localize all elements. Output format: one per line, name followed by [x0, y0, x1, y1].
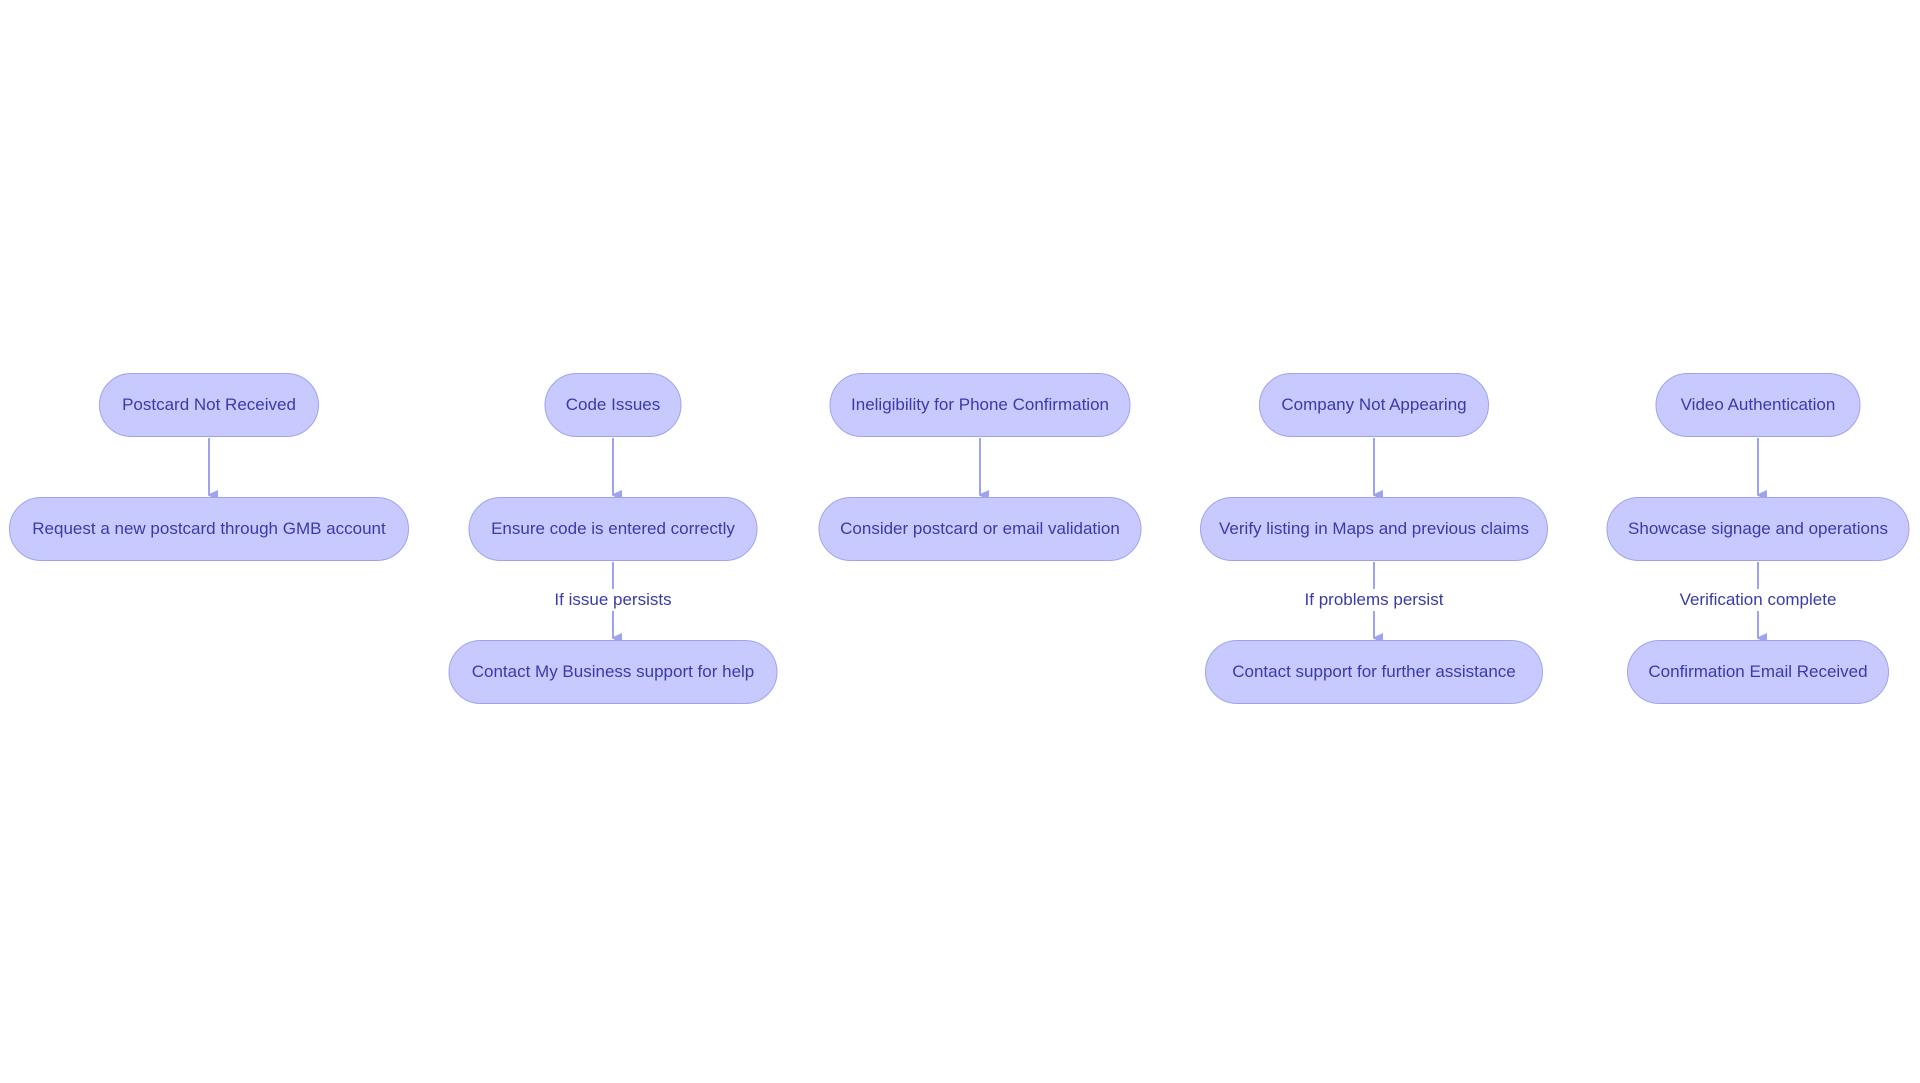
node-showcase-signage: Showcase signage and operations [1606, 497, 1910, 561]
edge-label-if-issue-persists: If issue persists [552, 589, 674, 611]
edge-label-verification-complete: Verification complete [1677, 589, 1839, 611]
node-contact-support-further: Contact support for further assistance [1205, 640, 1543, 704]
node-contact-my-business-support: Contact My Business support for help [448, 640, 778, 704]
node-confirmation-email: Confirmation Email Received [1627, 640, 1889, 704]
node-request-new-postcard: Request a new postcard through GMB accou… [9, 497, 409, 561]
node-company-not-appearing: Company Not Appearing [1259, 373, 1489, 437]
node-consider-postcard-email: Consider postcard or email validation [818, 497, 1142, 561]
node-postcard-not-received: Postcard Not Received [99, 373, 319, 437]
node-ensure-code-correct: Ensure code is entered correctly [468, 497, 758, 561]
node-verify-listing-maps: Verify listing in Maps and previous clai… [1200, 497, 1548, 561]
node-code-issues: Code Issues [544, 373, 682, 437]
node-video-authentication: Video Authentication [1655, 373, 1861, 437]
node-ineligibility-phone: Ineligibility for Phone Confirmation [829, 373, 1131, 437]
edge-label-if-problems-persist: If problems persist [1302, 589, 1446, 611]
